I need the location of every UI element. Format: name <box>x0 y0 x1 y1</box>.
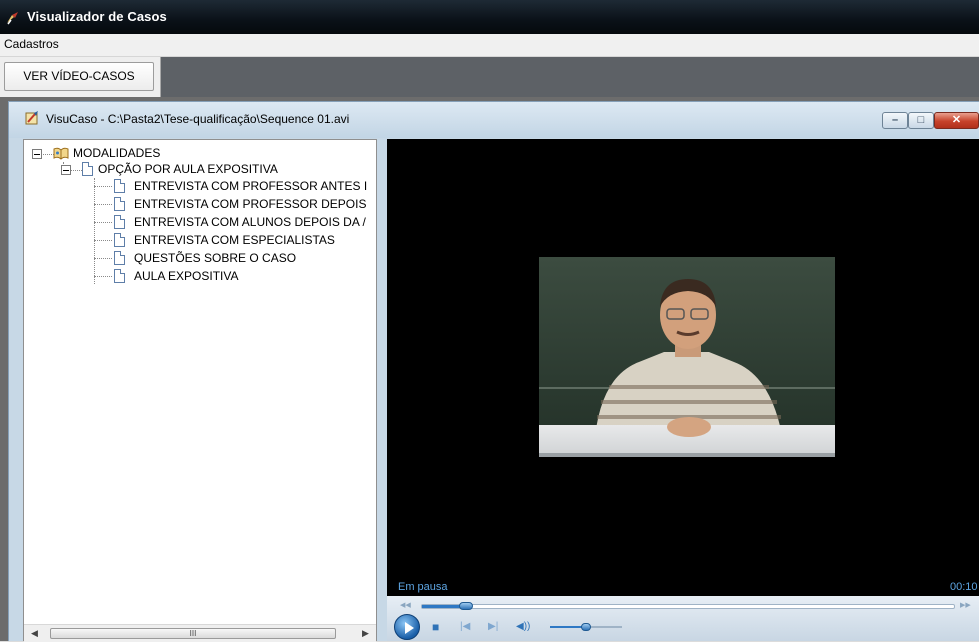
stop-button[interactable]: ■ <box>432 620 439 634</box>
volume-icon[interactable]: ◀)) <box>516 620 530 634</box>
seek-back-icon[interactable]: ◀◀ <box>400 601 411 609</box>
child-window-title: VisuCaso - C:\Pasta2\Tese-qualificação\S… <box>46 112 350 126</box>
playback-status: Em pausa <box>398 581 448 593</box>
visucaso-app-icon <box>25 111 38 125</box>
next-button[interactable]: ▶| <box>488 620 498 634</box>
tree-connector <box>94 258 112 259</box>
document-icon <box>114 251 125 265</box>
document-icon <box>114 179 125 193</box>
tree-item-opcao-aula-expositiva[interactable]: OPÇÃO POR AULA EXPOSITIVA <box>98 161 278 177</box>
menu-bar: Cadastros <box>0 34 979 57</box>
tree-connector <box>94 276 112 277</box>
tree-item-child[interactable]: ENTREVISTA COM ALUNOS DEPOIS DA / <box>134 214 366 230</box>
close-icon: ✕ <box>951 114 962 126</box>
tree-item-child[interactable]: AULA EXPOSITIVA <box>134 268 238 284</box>
app-titlebar: Visualizador de Casos <box>0 0 979 34</box>
seek-forward-icon[interactable]: ▶▶ <box>960 601 971 609</box>
book-icon <box>53 147 69 160</box>
document-icon <box>114 233 125 247</box>
collapse-toggle-root[interactable] <box>32 149 42 159</box>
tree-horizontal-scrollbar[interactable]: ◀ III ▶ <box>24 624 376 642</box>
tree-panel: MODALIDADES OPÇÃO POR AULA EXPOSITIVA EN… <box>23 139 377 641</box>
seek-bar[interactable] <box>421 602 955 610</box>
collapse-toggle-node[interactable] <box>61 165 71 175</box>
document-icon <box>114 197 125 211</box>
app-logo-icon <box>7 12 18 25</box>
seek-knob[interactable] <box>459 602 474 610</box>
video-player: Em pausa 00:10 ◀◀ ▶▶ ■ |◀ ▶| ◀)) <box>387 139 979 641</box>
tree-connector <box>94 204 112 205</box>
scroll-right-arrow-icon[interactable]: ▶ <box>357 625 374 642</box>
tree-connector <box>94 186 112 187</box>
video-frame[interactable] <box>539 257 835 457</box>
tree-connector <box>94 178 95 284</box>
document-icon <box>114 269 125 283</box>
tree-item-child[interactable]: QUESTÕES SOBRE O CASO <box>134 250 296 266</box>
ver-video-casos-button[interactable]: VER VÍDEO-CASOS <box>4 62 154 91</box>
play-button[interactable] <box>394 614 420 640</box>
tree-connector <box>70 170 82 171</box>
tree-item-child[interactable]: ENTREVISTA COM PROFESSOR DEPOIS <box>134 196 366 212</box>
maximize-button[interactable]: □ <box>908 112 934 129</box>
document-icon <box>114 215 125 229</box>
tree-item-modalidades[interactable]: MODALIDADES <box>73 145 160 161</box>
toolbar: VER VÍDEO-CASOS <box>0 57 979 97</box>
previous-button[interactable]: |◀ <box>460 620 470 634</box>
tree-connector <box>94 240 112 241</box>
close-button[interactable]: ✕ <box>934 112 979 129</box>
grip-icon: III <box>189 629 197 638</box>
scroll-thumb[interactable]: III <box>50 628 336 639</box>
player-controls: ◀◀ ▶▶ ■ |◀ ▶| ◀)) <box>387 596 979 641</box>
menu-cadastros[interactable]: Cadastros <box>4 37 59 51</box>
playback-time: 00:10 <box>950 581 978 593</box>
toolbar-left-pane: VER VÍDEO-CASOS <box>0 57 161 97</box>
volume-knob[interactable] <box>581 623 591 631</box>
minimize-icon: – <box>891 114 899 126</box>
tree-item-child[interactable]: ENTREVISTA COM ESPECIALISTAS <box>134 232 335 248</box>
minimize-button[interactable]: – <box>882 112 908 129</box>
app-title: Visualizador de Casos <box>27 9 167 24</box>
volume-slider[interactable] <box>550 623 622 631</box>
maximize-icon: □ <box>917 114 925 126</box>
tree-connector <box>94 222 112 223</box>
child-titlebar[interactable]: VisuCaso - C:\Pasta2\Tese-qualificação\S… <box>9 102 979 138</box>
tree-item-child[interactable]: ENTREVISTA COM PROFESSOR ANTES I <box>134 178 367 194</box>
scroll-left-arrow-icon[interactable]: ◀ <box>26 625 43 642</box>
document-icon <box>82 162 93 176</box>
